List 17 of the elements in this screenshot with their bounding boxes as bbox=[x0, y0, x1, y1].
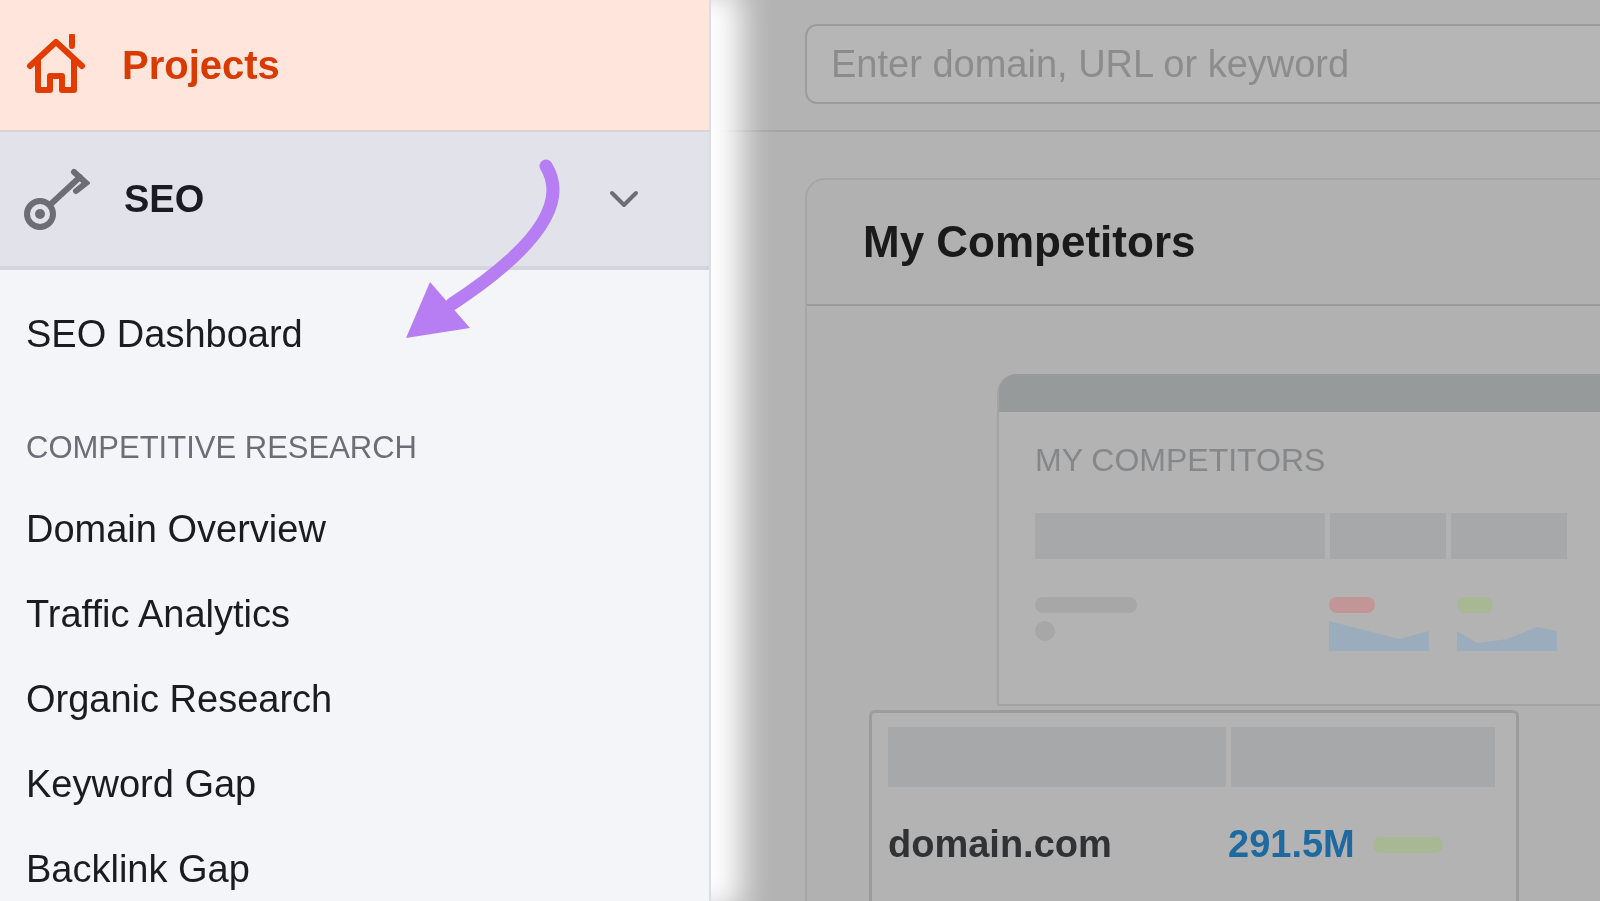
placeholder-bar bbox=[1372, 836, 1443, 853]
traffic-value: 291.5M bbox=[1228, 823, 1355, 866]
placeholder-bar bbox=[1329, 597, 1375, 613]
sidebar-item[interactable]: Keyword Gap bbox=[26, 742, 257, 827]
placeholder-bar bbox=[1457, 597, 1493, 613]
sidebar-item[interactable]: Traffic Analytics bbox=[26, 572, 290, 657]
key-icon bbox=[24, 167, 90, 231]
domain-text: domain.com bbox=[888, 823, 1113, 866]
seo-menu-item[interactable]: SEO bbox=[0, 132, 709, 270]
sidebar-item[interactable]: SEO Dashboard bbox=[26, 292, 303, 377]
section-heading: COMPETITIVE RESEARCH bbox=[26, 429, 417, 467]
projects-menu-item[interactable]: Projects bbox=[0, 0, 709, 132]
sidebar-item[interactable]: Organic Research bbox=[26, 657, 333, 742]
home-icon bbox=[26, 34, 86, 96]
widget-title: My Competitors bbox=[863, 217, 1196, 267]
sidebar-item[interactable]: Backlink Gap bbox=[26, 827, 250, 901]
sidebar-item[interactable]: Domain Overview bbox=[26, 487, 326, 572]
